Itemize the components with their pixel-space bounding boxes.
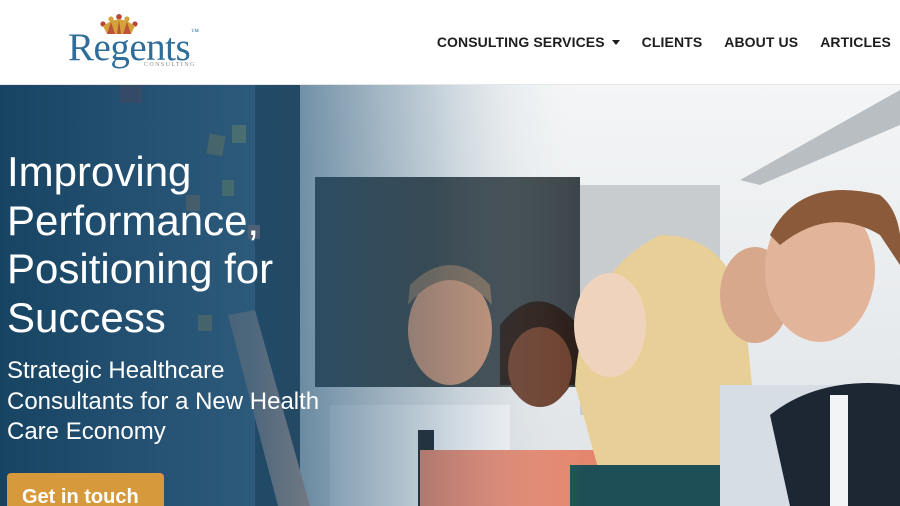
caret-down-icon [611, 40, 620, 45]
hero-title: Improving Performance, Positioning for S… [7, 148, 274, 341]
nav-articles[interactable]: ARTICLES [820, 34, 891, 50]
logo-tagline: CONSULTING [144, 62, 196, 68]
get-in-touch-button[interactable]: Get in touch [7, 473, 164, 506]
nav-clients-label: CLIENTS [641, 34, 703, 50]
main-nav: CONSULTING SERVICES CLIENTS ABOUT US ART… [437, 33, 900, 51]
nav-consulting-services-label: CONSULTING SERVICES [436, 34, 605, 50]
hero-subtitle: Strategic Healthcare Consultants for a N… [7, 357, 320, 445]
nav-consulting-services[interactable]: CONSULTING SERVICES [437, 34, 620, 50]
nav-about-us[interactable]: ABOUT US [724, 34, 798, 50]
nav-articles-label: ARTICLES [820, 34, 891, 50]
nav-clients[interactable]: CLIENTS [642, 34, 703, 50]
site-header: Regents™ CONSULTING CONSULTING SERVICES … [0, 0, 900, 85]
regents-logo[interactable]: Regents™ CONSULTING [68, 14, 208, 72]
logo-trademark: ™ [191, 27, 199, 36]
nav-about-us-label: ABOUT US [724, 34, 799, 50]
hero-section: Improving Performance, Positioning for S… [0, 85, 900, 506]
